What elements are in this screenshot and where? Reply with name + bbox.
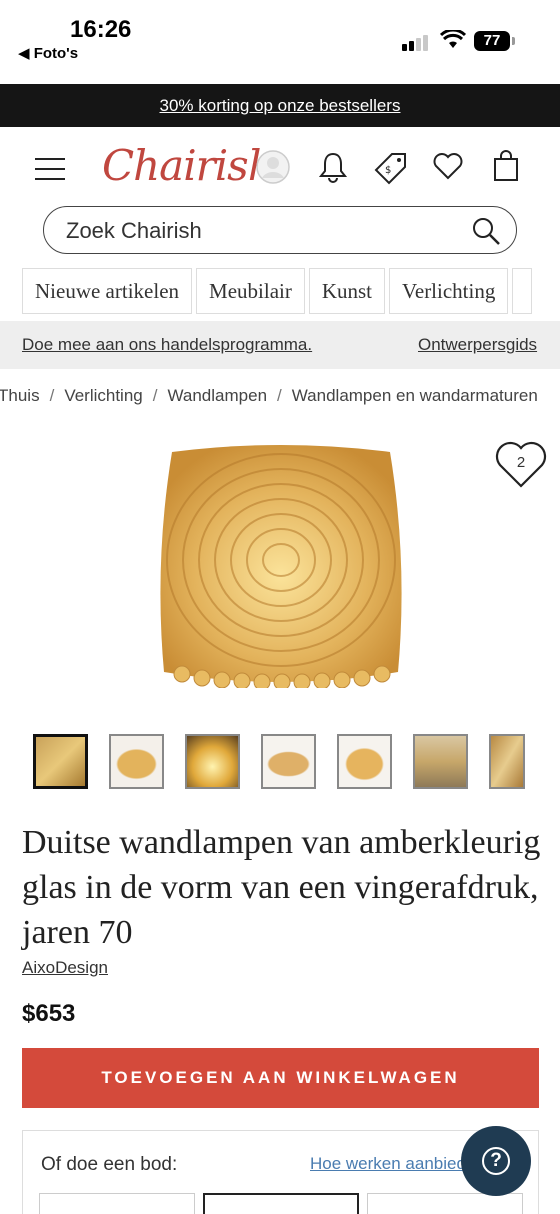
heart-icon[interactable] (432, 151, 464, 181)
trade-program-link[interactable]: Doe mee aan ons handelsprogramma. (22, 335, 312, 355)
signal-icon (402, 33, 430, 51)
thumbnail-2[interactable] (109, 734, 164, 789)
status-time: 16:26 (70, 16, 132, 43)
site-header: Chairish $ (0, 127, 560, 207)
search-icon[interactable] (470, 215, 502, 247)
category-nav: Nieuwe artikelen Meubilair Kunst Verlichtin… (22, 268, 536, 314)
product-title: Duitse wandlampen van amberkleurig glas … (22, 824, 541, 951)
breadcrumb: Thuis / Verlichting / Wandlampen / Wandlampen … (0, 386, 538, 405)
favorite-button[interactable]: 2 (494, 438, 548, 490)
thumbnail-strip (33, 734, 525, 789)
make-offer-box: Of doe een bod: Hoe werken aanbiedingen? (22, 1130, 539, 1214)
menu-icon[interactable] (35, 158, 65, 188)
category-tab-art[interactable]: Kunst (308, 268, 386, 314)
offer-option-2[interactable] (203, 1193, 359, 1214)
breadcrumb-lighting[interactable]: Verlichting (64, 386, 142, 405)
help-icon: ? (482, 1147, 510, 1175)
offer-option-3[interactable] (367, 1193, 523, 1214)
product-price: $653 (22, 1000, 76, 1027)
help-button[interactable]: ? (461, 1126, 531, 1196)
promo-banner: 30% korting op onze bestsellers (0, 84, 560, 127)
user-icon[interactable] (255, 149, 291, 185)
thumbnail-1[interactable] (33, 734, 88, 789)
favorite-count: 2 (516, 454, 526, 471)
back-to-photos-link[interactable]: ◀ Foto's (18, 44, 78, 62)
status-bar: 16:26 ◀ Foto's 77 (0, 0, 560, 84)
breadcrumb-wall-fixtures[interactable]: Wandlampen en wandarmaturen (292, 386, 538, 405)
thumbnail-3[interactable] (185, 734, 240, 789)
trade-bar: Doe mee aan ons handelsprogramma. Ontwer… (0, 321, 560, 369)
chairish-logo[interactable]: Chairish (102, 141, 275, 190)
breadcrumb-wall-lamps[interactable]: Wandlampen (167, 386, 267, 405)
search-input[interactable]: Zoek Chairish (43, 206, 517, 254)
thumbnail-5[interactable] (337, 734, 392, 789)
category-tab-new[interactable]: Nieuwe artikelen (22, 268, 193, 314)
maker-link[interactable]: AixoDesign (22, 958, 108, 978)
bell-icon[interactable] (318, 151, 348, 183)
price-tag-icon[interactable]: $ (374, 151, 408, 185)
svg-text:$: $ (385, 165, 391, 176)
search-placeholder: Zoek Chairish (66, 218, 202, 243)
offer-label: Of doe een bod: (41, 1154, 178, 1175)
promo-link[interactable]: 30% korting op onze bestsellers (160, 96, 401, 115)
product-main-image[interactable] (152, 442, 410, 688)
add-to-cart-button[interactable]: TOEVOEGEN AAN WINKELWAGEN (22, 1048, 539, 1108)
thumbnail-4[interactable] (261, 734, 316, 789)
shopping-bag-icon[interactable] (492, 149, 520, 183)
designer-guide-link[interactable]: Ontwerpersgids (418, 335, 537, 355)
category-tab-furniture[interactable]: Meubilair (196, 268, 305, 314)
offer-option-1[interactable] (39, 1193, 195, 1214)
thumbnail-6[interactable] (413, 734, 468, 789)
thumbnail-7[interactable] (489, 734, 525, 789)
battery-icon: 77 (474, 31, 515, 51)
wifi-icon (440, 30, 466, 48)
category-tab-more[interactable] (512, 268, 533, 314)
category-tab-lighting[interactable]: Verlichting (389, 268, 509, 314)
breadcrumb-home[interactable]: Thuis (0, 386, 40, 405)
